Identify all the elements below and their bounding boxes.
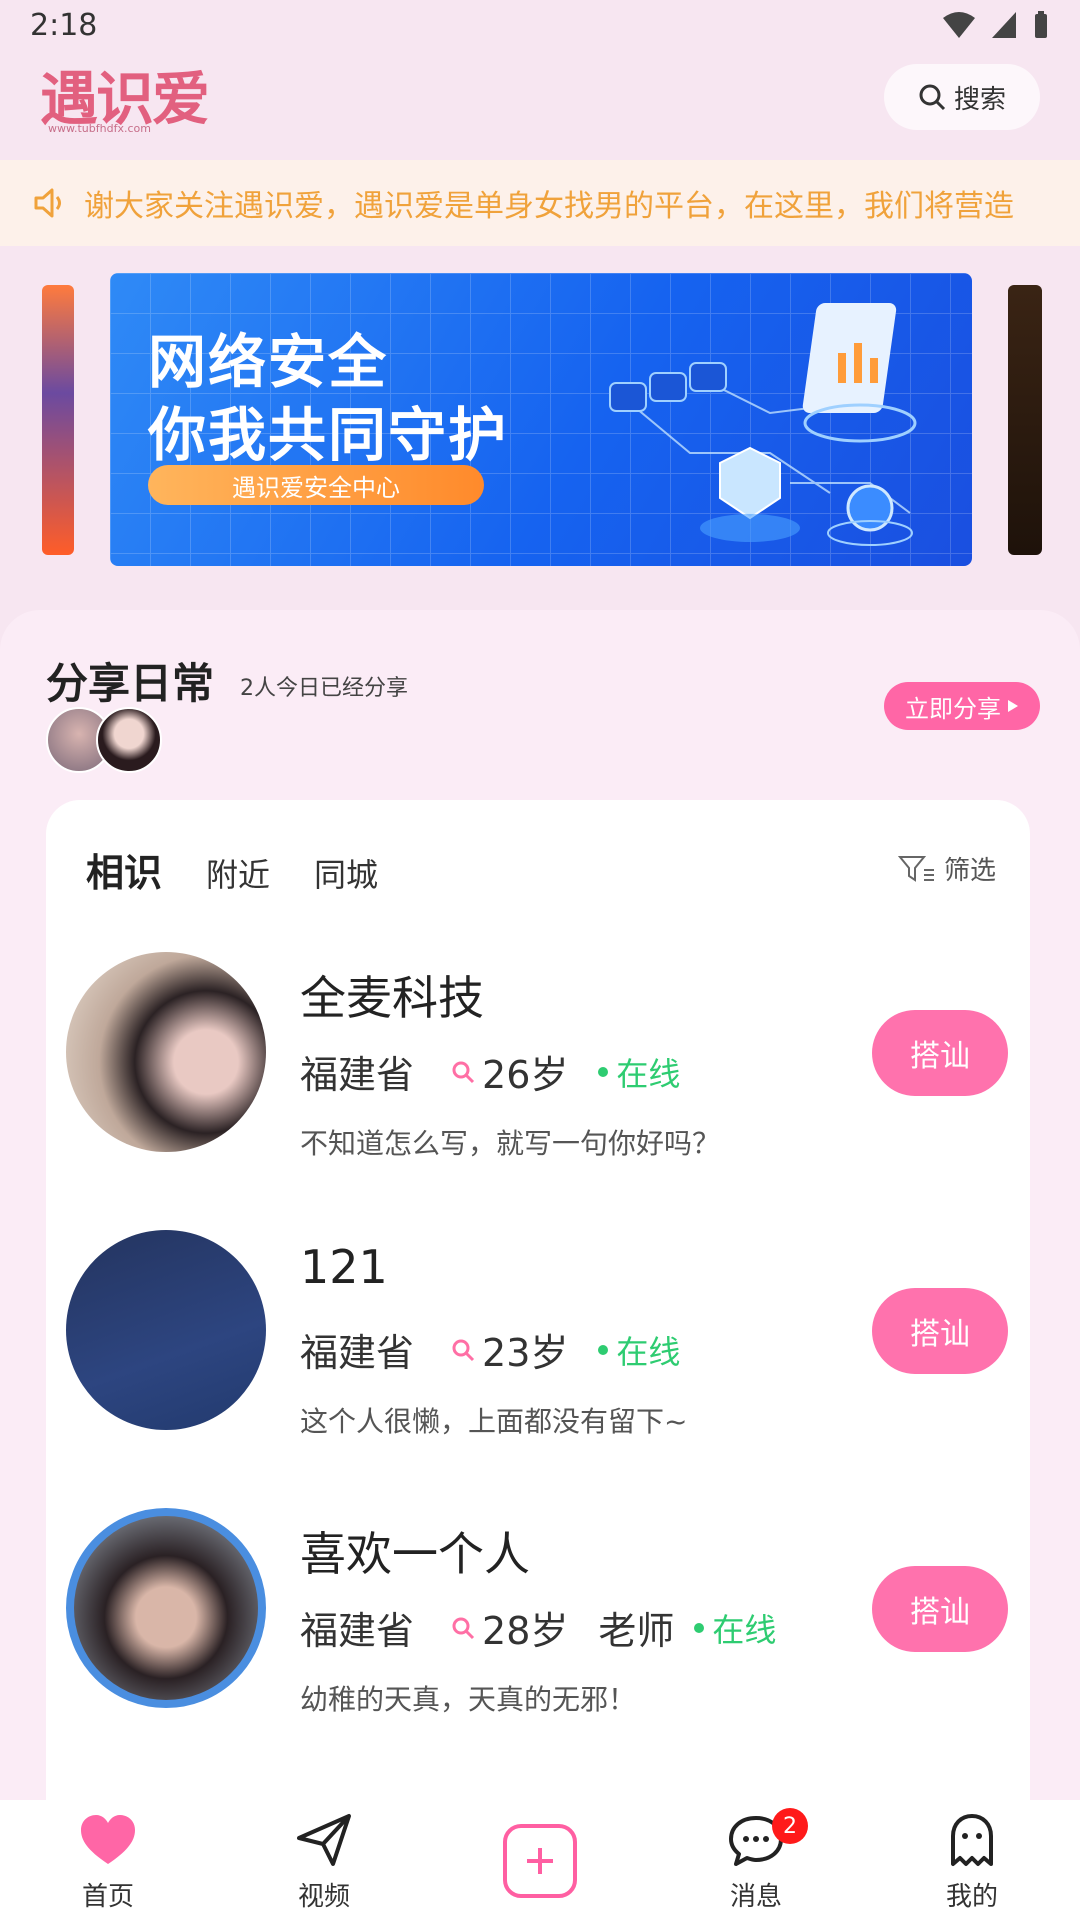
bottom-nav: 首页 视频 2 消息 我的 [0, 1800, 1080, 1920]
user-age-value: 26岁 [482, 1053, 569, 1097]
wifi-icon [943, 12, 975, 38]
greet-button[interactable]: 搭讪 [872, 1288, 1008, 1374]
battery-icon [1035, 11, 1047, 38]
search-button[interactable]: 搜索 [884, 64, 1040, 130]
notice-bar[interactable]: 谢大家关注遇识爱，遇识爱是单身女找男的平台，在这里，我们将营造 [0, 160, 1080, 246]
banner-next-slide[interactable] [1008, 285, 1042, 555]
list-item[interactable]: 121 福建省 23岁 在线 这个人很懒，上面都没有留下~ 搭讪 [46, 1230, 1030, 1470]
security-illustration [609, 303, 917, 546]
nav-home-label: 首页 [81, 1882, 134, 1912]
list-item[interactable]: 喜欢一个人 福建省 28岁 老师 在线 幼稚的天真，天真的无邪！ 搭讪 [46, 1508, 1030, 1748]
user-info: 福建省 26岁 在线 [300, 1044, 680, 1099]
ghost-icon [951, 1814, 993, 1866]
greet-button[interactable]: 搭讪 [872, 1010, 1008, 1096]
user-age: 23岁 [450, 1322, 568, 1377]
share-avatars[interactable] [46, 707, 166, 773]
user-name: 全麦科技 [300, 971, 484, 1025]
online-dot [598, 1066, 609, 1077]
user-name: 喜欢一个人 [300, 1527, 530, 1581]
user-province: 福建省 [300, 1331, 415, 1375]
online-status: 在线 [694, 1605, 776, 1651]
user-name: 121 [300, 1240, 388, 1294]
filter-icon [897, 855, 934, 882]
user-info: 福建省 23岁 在线 [300, 1322, 680, 1377]
banner-pill: 遇识爱安全中心 [148, 465, 484, 505]
tab-nearby[interactable]: 附近 [206, 850, 270, 896]
play-arrow-icon [1008, 700, 1018, 712]
tab-bar: 相识 附近 同城 [86, 842, 378, 897]
user-age: 26岁 [450, 1044, 568, 1099]
user-province: 福建省 [300, 1053, 415, 1097]
app-logo: 遇识爱 www.tubfhdfx.com [40, 52, 220, 142]
user-info: 福建省 28岁 老师 在线 [300, 1600, 776, 1655]
greet-button[interactable]: 搭讪 [872, 1566, 1008, 1652]
logo-subtext: www.tubfhdfx.com [48, 122, 151, 135]
nav-me-label: 我的 [945, 1882, 998, 1912]
status-icons [942, 10, 1050, 40]
avatar[interactable] [66, 1230, 266, 1430]
plus-icon [527, 1848, 553, 1874]
nav-video-label: 视频 [297, 1882, 350, 1912]
filter-button[interactable]: 筛选 [897, 850, 996, 887]
nav-add[interactable] [460, 1800, 620, 1920]
online-label: 在线 [712, 1610, 777, 1649]
filter-label: 筛选 [943, 856, 996, 886]
nav-messages-label: 消息 [729, 1882, 782, 1912]
send-icon [297, 1814, 351, 1866]
search-label: 搜索 [953, 84, 1006, 115]
online-status: 在线 [598, 1049, 680, 1095]
tab-same-city[interactable]: 同城 [314, 850, 378, 896]
share-now-button[interactable]: 立即分享 [884, 682, 1040, 730]
banner-prev-slide[interactable] [42, 285, 74, 555]
gender-female-icon [452, 1617, 475, 1639]
online-dot [694, 1622, 705, 1633]
nav-home[interactable]: 首页 [28, 1800, 188, 1920]
share-now-label: 立即分享 [905, 694, 1001, 723]
user-bio: 不知道怎么写，就写一句你好吗？ [300, 1127, 721, 1160]
list-item[interactable]: 全麦科技 福建省 26岁 在线 不知道怎么写，就写一句你好吗？ 搭讪 [46, 952, 1030, 1192]
banner-title-line1: 网络安全 [148, 328, 389, 396]
user-occupation: 老师 [598, 1609, 675, 1653]
gender-female-icon [452, 1339, 475, 1361]
user-province: 福建省 [300, 1609, 415, 1653]
speaker-icon [34, 188, 61, 218]
user-age-value: 28岁 [482, 1609, 569, 1653]
banner-title-line2: 你我共同守护 [148, 401, 509, 469]
user-bio: 幼稚的天真，天真的无邪！ [300, 1683, 637, 1716]
user-list-card: 相识 附近 同城 筛选 全麦科技 福建省 26岁 在线 不知道怎么写，就写一句你… [46, 800, 1030, 1920]
banner-slide[interactable]: 网络安全 你我共同守护 遇识爱安全中心 [110, 273, 972, 566]
online-dot [598, 1344, 609, 1355]
signal-icon [992, 12, 1016, 38]
status-bar: 2:18 [0, 0, 1080, 50]
add-post-button[interactable] [503, 1824, 577, 1898]
share-count-text: 2人今日已经分享 [240, 676, 408, 701]
avatar[interactable] [66, 952, 266, 1152]
user-age: 28岁 [450, 1600, 568, 1655]
online-status: 在线 [598, 1327, 680, 1373]
nav-video[interactable]: 视频 [244, 1800, 404, 1920]
nav-messages[interactable]: 2 消息 [676, 1800, 836, 1920]
share-section-title: 分享日常 [46, 659, 215, 708]
online-label: 在线 [616, 1332, 681, 1371]
search-icon [919, 84, 946, 111]
user-age-value: 23岁 [482, 1331, 569, 1375]
notice-text: 谢大家关注遇识爱，遇识爱是单身女找男的平台，在这里，我们将营造 [84, 189, 1014, 224]
heart-icon [81, 1815, 135, 1864]
gender-female-icon [452, 1061, 475, 1083]
user-bio: 这个人很懒，上面都没有留下~ [300, 1405, 688, 1438]
nav-me[interactable]: 我的 [892, 1800, 1052, 1920]
avatar[interactable] [66, 1508, 266, 1708]
tab-acquaintance[interactable]: 相识 [86, 842, 162, 897]
status-time: 2:18 [30, 8, 98, 43]
message-badge: 2 [772, 1808, 808, 1844]
avatar[interactable] [96, 707, 162, 773]
online-label: 在线 [616, 1054, 681, 1093]
